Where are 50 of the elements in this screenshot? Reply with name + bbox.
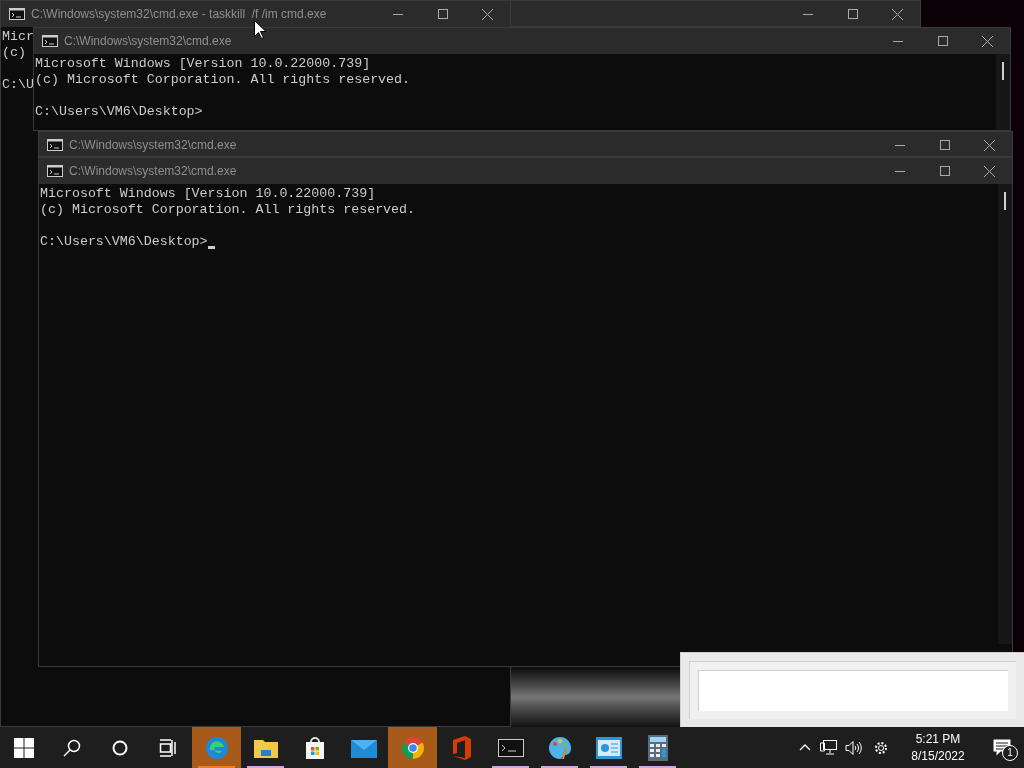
settings-icon	[873, 739, 889, 756]
console-prompt: C:\Users\VM6\Desktop>	[35, 104, 203, 120]
console-icon	[47, 165, 63, 177]
windows-icon	[14, 737, 34, 758]
terminal-icon	[497, 738, 524, 757]
chevron-up-icon	[799, 744, 811, 751]
calculator-icon	[647, 734, 668, 761]
console-line: Microsoft Windows [Version 10.0.22000.739]	[40, 186, 376, 202]
speaker-icon	[844, 740, 862, 755]
close-icon	[482, 8, 493, 20]
console-line: Microsoft Windows [Version 10.0.22000.739]	[35, 56, 371, 72]
console-line: (c)	[2, 45, 26, 61]
close-icon	[892, 8, 903, 20]
network-icon	[819, 740, 837, 755]
console-line: (c) Microsoft Corporation. All rights reserved.	[40, 202, 416, 218]
maximize-icon	[937, 36, 948, 46]
console-line: (c) Microsoft Corporation. All rights reserved.	[35, 72, 411, 88]
dashboard-icon	[595, 736, 622, 759]
scrollbar[interactable]	[996, 54, 1010, 130]
console-icon	[47, 139, 63, 151]
console-icon	[9, 8, 25, 20]
office-icon	[450, 735, 473, 760]
close-icon	[984, 139, 995, 151]
time-text: 5:21 PM	[915, 730, 961, 748]
notifications-button[interactable]: 1	[980, 727, 1024, 768]
envelope-icon	[350, 737, 377, 758]
close-icon	[984, 165, 995, 177]
clock[interactable]: 5:21 PM 8/15/2022	[896, 727, 980, 768]
maximize-icon	[939, 166, 950, 176]
scrollbar[interactable]	[998, 184, 1012, 644]
close-icon	[982, 35, 993, 47]
window-title: C:\Windows\system32\cmd.exe	[64, 33, 232, 50]
console-line: Micr	[2, 29, 34, 45]
maximize-icon	[437, 9, 448, 19]
notification-badge: 1	[1002, 745, 1018, 761]
date-text: 8/15/2022	[911, 747, 965, 765]
search-icon	[63, 738, 81, 757]
browser-icon	[204, 735, 229, 760]
window-title: C:\Windows\system32\cmd.exe - taskkill /f /im cmd.exe	[31, 6, 327, 23]
maximize-icon	[847, 9, 858, 19]
palette-icon	[546, 734, 573, 761]
task-view-icon	[159, 738, 177, 757]
console-prompt: C:\Users\VM6\Desktop>	[40, 234, 208, 250]
window-title: C:\Windows\system32\cmd.exe	[69, 163, 237, 180]
console-icon	[42, 35, 58, 47]
circle-icon	[112, 739, 128, 756]
maximize-icon	[939, 140, 950, 150]
chrome-icon	[400, 735, 425, 760]
console-prompt: C:\U	[2, 77, 34, 93]
window-title: C:\Windows\system32\cmd.exe	[69, 137, 237, 154]
